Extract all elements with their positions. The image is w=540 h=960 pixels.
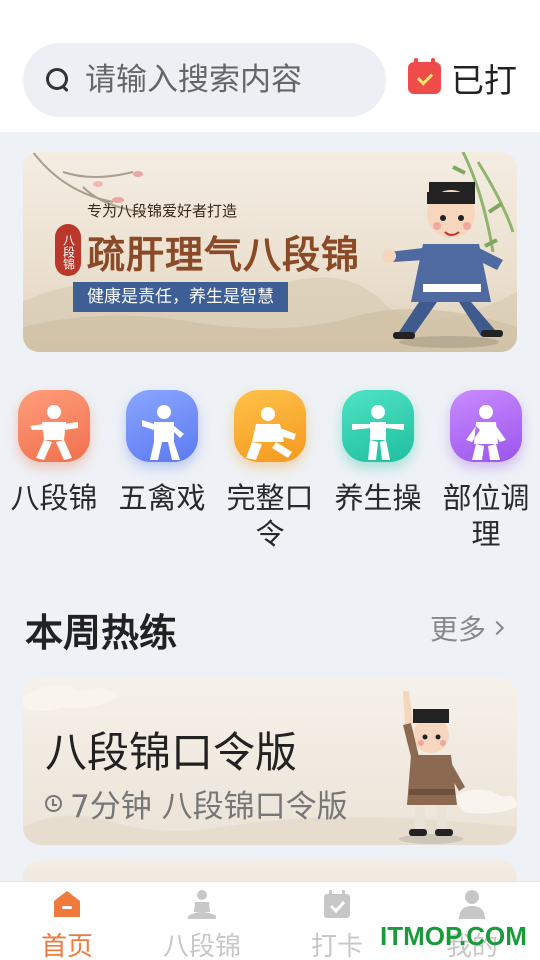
more-link[interactable]: 更多 <box>430 608 505 648</box>
tab-label: 八段锦 <box>162 932 241 960</box>
person-icon <box>459 890 485 919</box>
tab-label: 打卡 <box>310 932 363 960</box>
wuqinxi-figure-icon <box>126 390 198 462</box>
martial-artist-illustration <box>382 182 503 348</box>
banner-seal: 八段锦 <box>55 224 81 276</box>
tab-checkin[interactable]: 打卡 <box>282 888 392 960</box>
more-label: 更多 <box>430 613 487 646</box>
calendar-check-icon <box>408 58 441 94</box>
workout-meta: 7分钟 八段锦口令版 <box>45 781 348 826</box>
category-exercise[interactable]: 养生操 <box>324 390 432 516</box>
checkin-button[interactable]: 已打 <box>408 50 517 106</box>
category-baduanjin[interactable]: 八段锦 <box>0 390 108 516</box>
search-icon <box>45 67 71 93</box>
workout-title: 八段锦口令版 <box>45 728 298 777</box>
category-label: 五禽戏 <box>118 481 206 515</box>
body-care-figure-icon <box>450 390 522 462</box>
header: 已打 <box>0 0 540 132</box>
category-label: 养生操 <box>334 481 422 515</box>
calendar-check-icon <box>324 890 350 918</box>
tab-label: 首页 <box>40 932 93 960</box>
promo-banner[interactable]: 专为八段锦爱好者打造 八段锦 疏肝理气八段锦 健康是责任，养生是智慧 <box>23 152 517 352</box>
chevron-right-icon <box>489 620 505 636</box>
banner-tagline: 专为八段锦爱好者打造 <box>87 202 238 220</box>
tab-baduanjin[interactable]: 八段锦 <box>147 888 257 960</box>
tab-home[interactable]: 首页 <box>12 888 122 960</box>
category-command[interactable]: 完整口令 <box>216 390 324 552</box>
banner-title: 疏肝理气八段锦 <box>87 232 361 277</box>
workout-figure-illustration <box>399 691 465 844</box>
category-body-care[interactable]: 部位调理 <box>432 390 540 552</box>
meditation-icon <box>188 890 216 919</box>
category-label: 部位调理 <box>442 481 530 551</box>
site-watermark: ITMOP.COM <box>380 921 527 951</box>
command-figure-icon <box>234 390 306 462</box>
checkin-label: 已打 <box>451 61 517 100</box>
baduanjin-figure-icon <box>18 390 90 462</box>
section-title: 本周热练 <box>25 611 178 655</box>
banner-subtitle: 健康是责任，养生是智慧 <box>73 282 288 312</box>
category-label: 八段锦 <box>10 481 98 515</box>
search-bar[interactable] <box>23 43 386 117</box>
workout-card[interactable]: 八段锦口令版 7分钟 八段锦口令版 <box>23 677 517 845</box>
search-input[interactable] <box>85 62 345 98</box>
category-label: 完整口令 <box>226 481 314 551</box>
category-wuqinxi[interactable]: 五禽戏 <box>108 390 216 516</box>
exercise-figure-icon <box>342 390 414 462</box>
clock-icon <box>45 795 62 812</box>
workout-meta-text: 7分钟 八段锦口令版 <box>70 789 348 825</box>
home-icon <box>54 891 80 917</box>
